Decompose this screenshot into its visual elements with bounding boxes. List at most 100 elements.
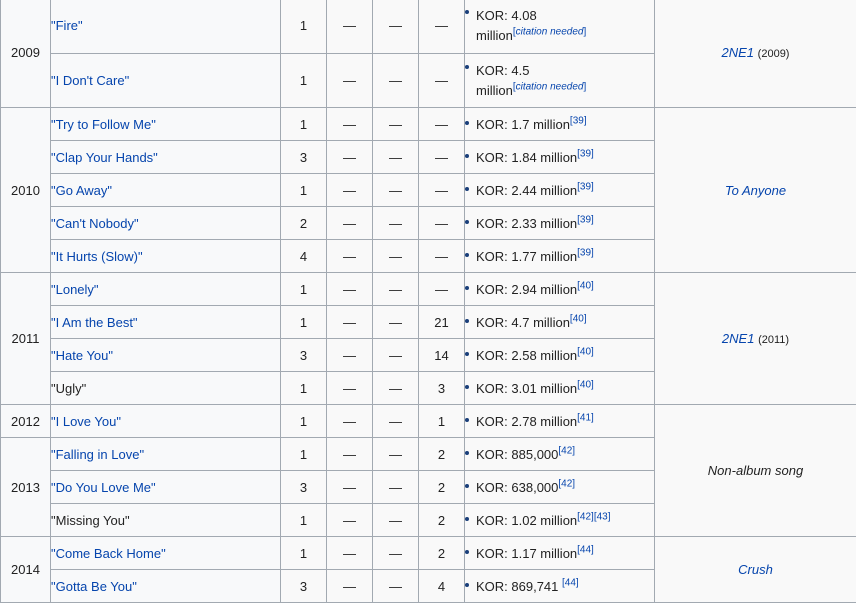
bullet-icon (465, 352, 469, 357)
citation[interactable]: [39] (570, 115, 587, 126)
table-row: 2009 "Fire" 1 — — — KOR: 4.08 million[cit… (0, 0, 856, 108)
chart-peak: 1 (280, 173, 327, 207)
album-cell: 2NE1 (2011) (654, 272, 856, 405)
song-link[interactable]: "Do You Love Me" (51, 480, 156, 495)
chart-peak: 3 (280, 140, 327, 174)
song-link[interactable]: "I Don't Care" (51, 73, 129, 88)
chart-peak: — (326, 107, 373, 141)
sales-cell: KOR: 885,000[42] (464, 437, 655, 471)
chart-peak: — (326, 206, 373, 240)
citation[interactable]: [citation needed] (513, 26, 586, 37)
bullet-icon (465, 550, 469, 555)
sales-text: KOR: 885,000 (476, 446, 559, 462)
chart-peak: — (372, 536, 419, 570)
chart-peak: 1 (280, 305, 327, 339)
chart-peak: — (326, 140, 373, 174)
bullet-icon (465, 517, 469, 522)
chart-peak: — (372, 272, 419, 306)
chart-peak: — (326, 371, 373, 405)
citation[interactable]: [42] (558, 445, 575, 456)
citation[interactable]: [42][43] (577, 511, 610, 522)
sales-text: million (476, 82, 513, 98)
year-cell: 2014 (0, 536, 51, 603)
citation[interactable]: [41] (577, 412, 594, 423)
citation[interactable]: [40] (577, 379, 594, 390)
chart-peak: — (418, 239, 465, 273)
citation[interactable]: [39] (577, 247, 594, 258)
chart-peak: — (326, 0, 373, 54)
song-title-text: "Missing You" (51, 512, 130, 528)
song-link[interactable]: "Come Back Home" (51, 546, 166, 561)
sales-cell: KOR: 1.84 million[39] (464, 140, 655, 174)
song-title: "Come Back Home" (50, 536, 281, 570)
bullet-icon (465, 10, 469, 15)
bullet-icon (465, 385, 469, 390)
citation[interactable]: [40] (577, 280, 594, 291)
chart-peak: 2 (418, 437, 465, 471)
chart-peak: — (372, 206, 419, 240)
song-title: "Can't Nobody" (50, 206, 281, 240)
song-link[interactable]: "Gotta Be You" (51, 579, 137, 594)
chart-peak: — (372, 338, 419, 372)
citation[interactable]: [42] (558, 478, 575, 489)
citation[interactable]: [39] (577, 214, 594, 225)
citation[interactable]: [44] (562, 577, 579, 588)
song-link[interactable]: "I Am the Best" (51, 315, 138, 330)
sales-cell: KOR: 1.02 million[42][43] (464, 503, 655, 537)
song-title: "I Love You" (50, 404, 281, 438)
chart-peak: 1 (280, 107, 327, 141)
album-link[interactable]: 2NE1 (722, 331, 755, 346)
bullet-icon (465, 583, 469, 588)
song-link[interactable]: "Falling in Love" (51, 447, 144, 462)
year-cell: 2009 (0, 0, 51, 108)
album-link[interactable]: 2NE1 (722, 45, 755, 60)
song-link[interactable]: "Clap Your Hands" (51, 150, 158, 165)
chart-peak: — (326, 239, 373, 273)
song-link[interactable]: "Go Away" (51, 183, 112, 198)
chart-peak: 3 (280, 569, 327, 603)
citation[interactable]: [39] (577, 148, 594, 159)
chart-peak: 1 (280, 371, 327, 405)
album-link[interactable]: Crush (738, 562, 773, 577)
citation[interactable]: [44] (577, 544, 594, 555)
sales-text: KOR: 1.84 million (476, 149, 578, 165)
song-link[interactable]: "Fire" (51, 18, 83, 33)
song-title: "I Don't Care" (50, 53, 281, 108)
song-link[interactable]: "It Hurts (Slow)" (51, 249, 143, 264)
chart-peak: — (372, 404, 419, 438)
citation[interactable]: [40] (570, 313, 587, 324)
bullet-icon (465, 154, 469, 159)
sales-text: KOR: 3.01 million (476, 380, 578, 396)
album-link[interactable]: To Anyone (725, 183, 786, 198)
chart-peak: 2 (418, 503, 465, 537)
bullet-icon (465, 220, 469, 225)
sales-text: KOR: 2.33 million (476, 215, 578, 231)
chart-peak: — (372, 371, 419, 405)
album-cell: Non-album song (654, 404, 856, 537)
chart-peak: 1 (280, 404, 327, 438)
citation[interactable]: [citation needed] (513, 81, 586, 92)
sales-text: KOR: 1.7 million (476, 116, 570, 132)
song-link[interactable]: "Try to Follow Me" (51, 117, 156, 132)
sales-cell: KOR: 1.7 million[39] (464, 107, 655, 141)
sales-cell: KOR: 2.33 million[39] (464, 206, 655, 240)
album-year: (2011) (758, 334, 790, 346)
citation[interactable]: [40] (577, 346, 594, 357)
song-link[interactable]: "I Love You" (51, 414, 121, 429)
chart-peak: — (418, 0, 465, 54)
song-link[interactable]: "Lonely" (51, 282, 99, 297)
table-row: 2012 "I Love You" 1 — — 1 KOR: 2.78 mill… (0, 404, 856, 537)
song-link[interactable]: "Hate You" (51, 348, 113, 363)
chart-peak: 1 (280, 0, 327, 54)
sales-text: million (476, 27, 513, 43)
song-link[interactable]: "Can't Nobody" (51, 216, 139, 231)
bullet-icon (465, 121, 469, 126)
year-cell: 2012 (0, 404, 51, 438)
chart-peak: — (326, 437, 373, 471)
citation[interactable]: [39] (577, 181, 594, 192)
chart-peak: — (418, 53, 465, 108)
song-title: "Ugly" (50, 371, 281, 405)
album-cell: To Anyone (654, 107, 856, 273)
sales-text: KOR: 2.78 million (476, 413, 578, 429)
sales-text: KOR: 1.02 million (476, 512, 578, 528)
